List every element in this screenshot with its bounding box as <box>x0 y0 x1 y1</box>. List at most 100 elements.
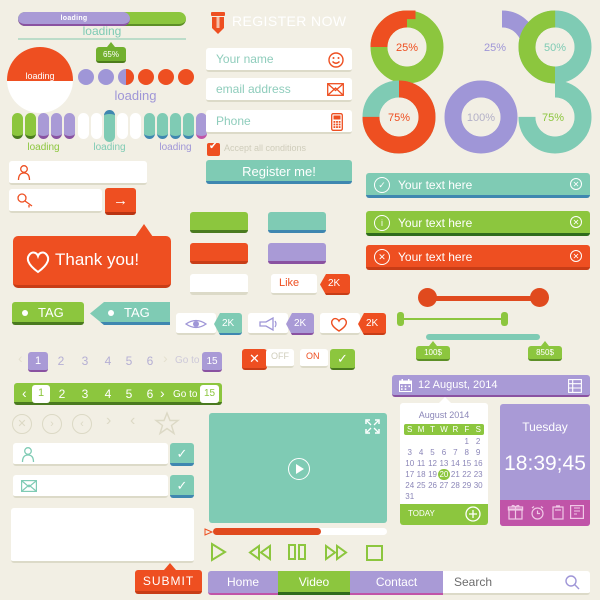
search-text-input[interactable] <box>9 189 102 213</box>
color-block-white[interactable] <box>190 274 248 295</box>
chevron-left-icon[interactable]: ‹ <box>130 412 135 430</box>
pagination-green-prev[interactable]: ‹ <box>22 385 27 401</box>
phone-field[interactable]: Phone <box>206 110 352 134</box>
calendar-day-8[interactable]: 8 <box>461 447 472 458</box>
pagination-light-prev[interactable]: ‹ <box>18 350 23 366</box>
calendar-day-18[interactable]: 18 <box>415 469 426 480</box>
chevron-right-circle-icon[interactable]: › <box>42 414 62 434</box>
calendar-day-7[interactable]: 7 <box>450 447 461 458</box>
nav-search-box[interactable]: Search <box>443 571 590 595</box>
calendar-day-10[interactable]: 10 <box>404 458 415 469</box>
calendar-day-11[interactable]: 11 <box>415 458 426 469</box>
cross-circle-icon[interactable]: ✕ <box>12 414 32 434</box>
slider-orange-knob-right[interactable] <box>530 288 549 307</box>
calendar-day-21[interactable]: 21 <box>450 469 461 480</box>
calendar-day-25[interactable]: 25 <box>415 480 426 491</box>
date-bar[interactable]: 12 August, 2014 <box>392 375 590 397</box>
pagination-green-goto-input[interactable]: 15 <box>200 385 219 403</box>
slider-green-knob-right[interactable] <box>501 312 508 326</box>
calendar-day-13[interactable]: 13 <box>438 458 449 469</box>
play-icon[interactable] <box>210 542 227 562</box>
video-progress-bar[interactable] <box>213 528 387 535</box>
pagination-light-page-6[interactable]: 6 <box>143 354 157 368</box>
register-button[interactable]: Register me! <box>206 160 352 184</box>
calendar-day-28[interactable]: 28 <box>450 480 461 491</box>
calendar-day-23[interactable]: 23 <box>472 469 483 480</box>
name-field[interactable]: Your name <box>206 48 352 72</box>
accept-conditions-checkbox[interactable] <box>207 141 220 156</box>
pagination-green-page-5[interactable]: 5 <box>122 387 136 401</box>
user-text-input[interactable] <box>9 161 147 185</box>
go-arrow-button[interactable]: → <box>105 188 136 215</box>
calendar-day-19[interactable]: 19 <box>427 469 438 480</box>
calendar-day-12[interactable]: 12 <box>427 458 438 469</box>
stop-icon[interactable] <box>366 545 383 561</box>
calendar-day-9[interactable]: 9 <box>472 447 483 458</box>
contact-name-input[interactable] <box>13 443 168 466</box>
chevron-right-icon[interactable]: › <box>106 412 111 430</box>
forward-icon[interactable] <box>325 544 348 561</box>
tag-green[interactable]: TAG <box>12 302 84 325</box>
pagination-green-page-2[interactable]: 2 <box>55 387 69 401</box>
close-icon[interactable]: ✕ <box>570 216 582 228</box>
calendar-day-27[interactable]: 27 <box>438 480 449 491</box>
like-button[interactable]: Like <box>271 274 317 295</box>
star-icon[interactable] <box>153 411 181 436</box>
pagination-green-page-4[interactable]: 4 <box>101 387 115 401</box>
calendar-day-3[interactable]: 3 <box>404 447 415 458</box>
calendar-day-20[interactable]: 20 <box>438 469 450 480</box>
pagination-light-page-1[interactable]: 1 <box>28 352 48 372</box>
color-block-teal[interactable] <box>268 212 326 233</box>
calendar-widget[interactable]: August 2014 S M T W R F S 1 2 3 4 5 6 7 8 9 10 11 1… <box>400 397 488 525</box>
calendar-day-4[interactable]: 4 <box>415 447 426 458</box>
color-block-orange[interactable] <box>190 243 248 264</box>
calendar-day-31[interactable]: 31 <box>404 491 415 502</box>
toggle-off-switch[interactable]: OFF <box>266 349 294 368</box>
color-block-green[interactable] <box>190 212 248 233</box>
pagination-light-next[interactable]: › <box>163 350 168 366</box>
pause-icon[interactable] <box>288 544 306 560</box>
calendar-day-2[interactable]: 2 <box>472 436 483 447</box>
contact-email-input[interactable] <box>13 475 168 498</box>
contact-message-textarea[interactable] <box>11 508 194 563</box>
pagination-light-goto-input[interactable]: 15 <box>202 352 222 372</box>
plus-circle-icon[interactable] <box>465 506 481 522</box>
submit-button[interactable]: SUBMIT <box>135 563 202 594</box>
calendar-day-30[interactable]: 30 <box>472 480 483 491</box>
gift-icon[interactable] <box>507 504 524 520</box>
toggle-on-switch[interactable]: ON <box>300 349 328 368</box>
email-field[interactable]: email address <box>206 78 352 102</box>
calendar-day-22[interactable]: 22 <box>461 469 472 480</box>
slider-orange-knob-left[interactable] <box>418 288 437 307</box>
calendar-day-17[interactable]: 17 <box>404 469 415 480</box>
pagination-light-page-2[interactable]: 2 <box>54 354 68 368</box>
toggle-off-cross-icon[interactable]: ✕ <box>242 349 267 370</box>
calendar-today-button[interactable]: TODAY <box>400 504 488 525</box>
calendar-day-grid[interactable]: 1 2 3 4 5 6 7 8 9 10 11 12 13 14 15 16 17 18 19 20 21 22 23 24 2… <box>400 435 488 502</box>
close-icon[interactable]: ✕ <box>570 250 582 262</box>
views-counter-chip[interactable] <box>176 313 216 335</box>
search-icon[interactable] <box>565 575 580 590</box>
nav-item-video[interactable]: Video <box>278 571 350 595</box>
pagination-green-page-3[interactable]: 3 <box>78 387 92 401</box>
likes-counter-chip[interactable] <box>320 313 360 335</box>
toggle-on-check-icon[interactable]: ✓ <box>330 349 355 370</box>
video-player-screen[interactable] <box>209 413 387 523</box>
slider-green-knob-left[interactable] <box>397 312 404 326</box>
rewind-icon[interactable] <box>248 544 271 561</box>
calendar-day-15[interactable]: 15 <box>461 458 472 469</box>
alarm-clock-icon[interactable] <box>530 505 545 520</box>
calendar-day-6[interactable]: 6 <box>438 447 449 458</box>
pagination-light-page-5[interactable]: 5 <box>122 354 136 368</box>
nav-item-contact[interactable]: Contact <box>350 571 443 595</box>
calendar-day-24[interactable]: 24 <box>404 480 415 491</box>
announcements-counter-chip[interactable] <box>248 313 288 335</box>
battery-icon[interactable] <box>552 505 564 520</box>
close-icon[interactable]: ✕ <box>570 178 582 190</box>
color-block-purple[interactable] <box>268 243 326 264</box>
calendar-day-29[interactable]: 29 <box>461 480 472 491</box>
calendar-day-14[interactable]: 14 <box>450 458 461 469</box>
pagination-light-page-4[interactable]: 4 <box>101 354 115 368</box>
note-icon[interactable] <box>570 505 585 520</box>
calendar-day-26[interactable]: 26 <box>427 480 438 491</box>
